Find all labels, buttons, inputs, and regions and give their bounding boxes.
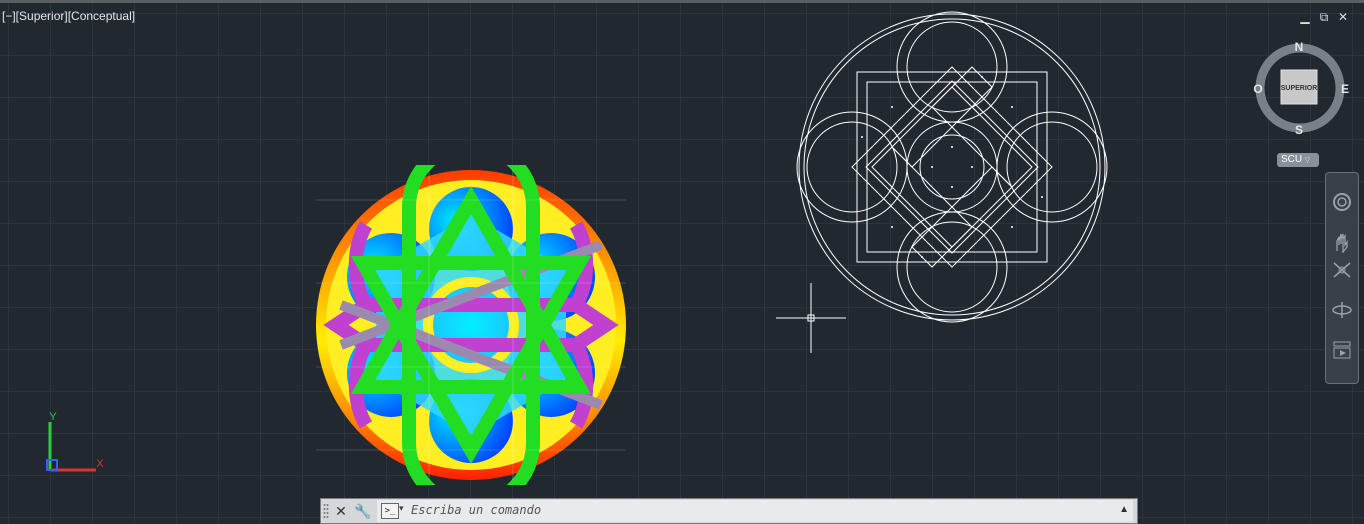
minimize-icon[interactable]: ▁ [1298, 10, 1312, 24]
compass-north[interactable]: N [1295, 40, 1304, 54]
prompt-icon[interactable]: >_ [381, 503, 399, 519]
command-placeholder[interactable]: Escriba un comando [411, 503, 541, 517]
navigation-bar[interactable] [1325, 172, 1359, 384]
wrench-icon[interactable]: 🔧 [353, 501, 373, 521]
wireframe-celtic-knot-drawing[interactable] [795, 10, 1109, 324]
orbit-icon[interactable] [1330, 299, 1354, 321]
wireframe-lines [796, 11, 1108, 323]
grip-icon[interactable] [323, 502, 329, 520]
ucs-menu-label: SCU [1281, 154, 1303, 165]
ucs-menu-button[interactable]: SCU ▽ [1277, 153, 1319, 167]
close-icon[interactable]: ✕ [1336, 10, 1350, 24]
chevron-down-icon[interactable]: ▾ [399, 503, 404, 514]
command-input[interactable]: >_ ▾ Escriba un comando ▲ [377, 500, 1133, 522]
ucs-x-label: X [96, 458, 104, 470]
compass-west[interactable]: O [1253, 82, 1262, 96]
colored-celtic-knot-drawing[interactable] [310, 165, 632, 485]
chevron-down-icon: ▽ [1304, 157, 1311, 164]
viewport-label[interactable]: [−][Superior][Conceptual] [2, 9, 135, 23]
restore-icon[interactable]: ⧉ [1317, 10, 1331, 24]
pan-icon[interactable] [1330, 231, 1354, 253]
ucs-y-label: Y [49, 411, 57, 423]
drawing-grid [0, 3, 1364, 524]
viewcube-face-label: SUPERIOR [1281, 85, 1318, 92]
ucs-icon: Y X [46, 411, 104, 472]
crosshair-cursor [776, 283, 846, 353]
viewcube[interactable]: SUPERIOR N S E O [1250, 38, 1350, 138]
compass-east[interactable]: E [1341, 82, 1349, 96]
steeringwheel-icon[interactable] [1330, 191, 1354, 213]
zoom-icon[interactable] [1330, 259, 1354, 281]
close-command-line-button[interactable]: ✕ [331, 501, 351, 521]
compass-south[interactable]: S [1295, 123, 1303, 137]
chevron-up-icon[interactable]: ▲ [1119, 504, 1129, 515]
wireframe-dots [861, 76, 1043, 258]
showmotion-icon[interactable] [1330, 339, 1354, 361]
command-line[interactable]: ✕ 🔧 >_ ▾ Escriba un comando ▲ [320, 498, 1138, 524]
